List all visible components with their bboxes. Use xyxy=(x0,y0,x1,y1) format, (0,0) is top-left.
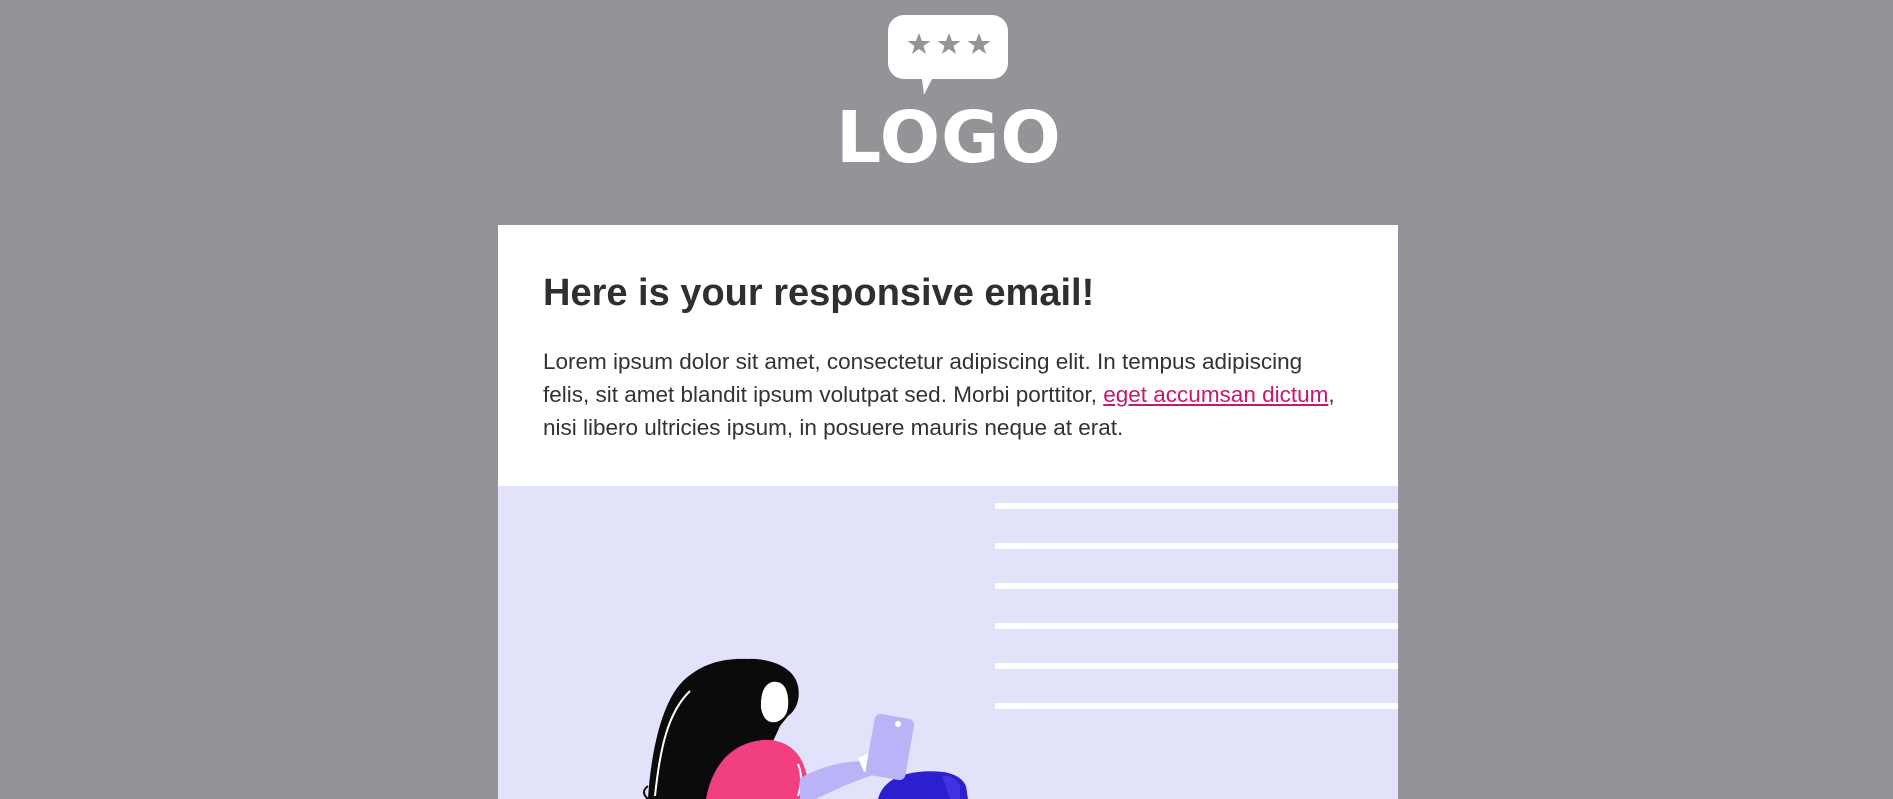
face-shape xyxy=(760,681,789,723)
speech-bubble-stars-icon xyxy=(888,15,1008,95)
email-headline: Here is your responsive email! xyxy=(543,272,1095,314)
logo: LOGO xyxy=(836,10,1062,179)
email-content: Here is your responsive email! Lorem ips… xyxy=(498,225,1398,444)
logo-text: LOGO xyxy=(836,96,1062,179)
inline-link[interactable]: eget accumsan dictum xyxy=(1103,382,1328,407)
phone-shape xyxy=(865,713,915,781)
email-paragraph: Lorem ipsum dolor sit amet, consectetur … xyxy=(543,345,1353,444)
email-card: Here is your responsive email! Lorem ips… xyxy=(498,225,1398,799)
decorative-lines xyxy=(995,503,1398,709)
woman-phone-illustration xyxy=(643,503,1398,799)
hero-banner xyxy=(498,486,1398,799)
